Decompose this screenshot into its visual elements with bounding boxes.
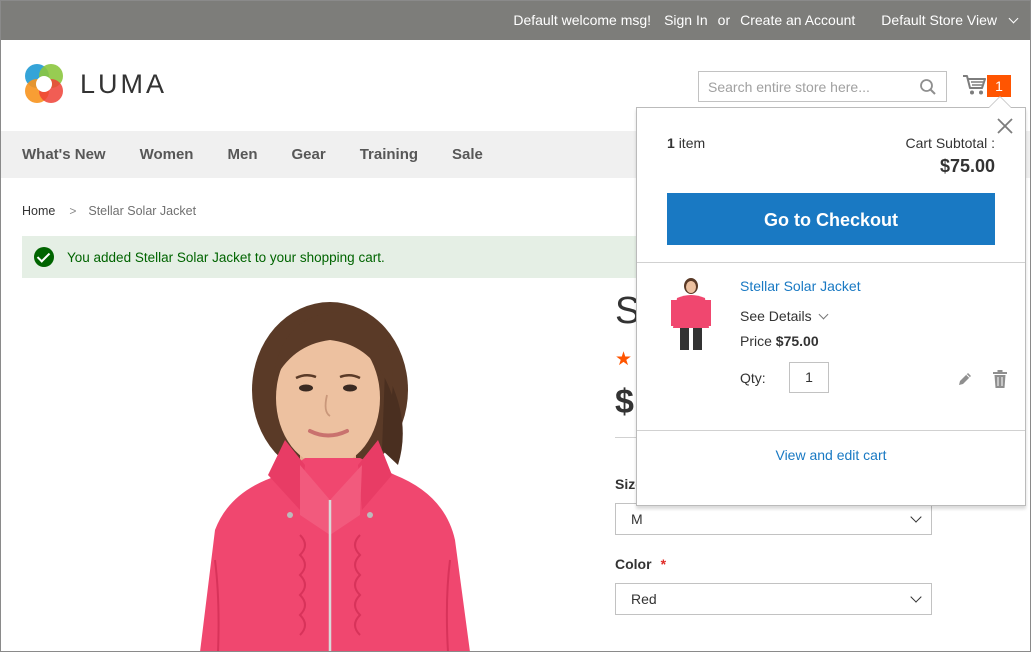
search-icon[interactable] (919, 78, 937, 96)
color-label-text: Color (615, 556, 652, 572)
cart-item-name[interactable]: Stellar Solar Jacket (740, 278, 861, 294)
chevron-down-icon (1008, 13, 1019, 24)
cart-icon[interactable] (962, 74, 986, 96)
nav-item-training[interactable]: Training (360, 146, 418, 163)
header-links: Default welcome msg! Sign In or Create a… (500, 0, 1019, 40)
breadcrumb-separator: > (69, 204, 77, 218)
minicart-item-word: item (678, 135, 706, 151)
size-select-value: M (631, 511, 643, 527)
breadcrumb-home[interactable]: Home (22, 204, 55, 218)
create-account-link[interactable]: Create an Account (740, 12, 855, 28)
divider (615, 437, 637, 438)
cart-item-price-value: $75.00 (775, 333, 819, 349)
required-marker: * (660, 556, 667, 572)
store-switcher-label: Default Store View (881, 12, 997, 28)
product-photo (200, 302, 470, 652)
subtotal-label: Cart Subtotal : (905, 135, 996, 151)
go-to-checkout-button[interactable]: Go to Checkout (667, 193, 995, 245)
cart-count-badge[interactable]: 1 (987, 75, 1011, 97)
size-select[interactable]: M (615, 503, 932, 535)
chevron-down-icon (910, 591, 922, 603)
nav-item-gear[interactable]: Gear (291, 146, 325, 163)
color-select[interactable]: Red (615, 583, 932, 615)
success-message: You added Stellar Solar Jacket to your s… (22, 236, 702, 278)
minicart-item-count-number: 1 (667, 135, 675, 151)
checkmark-icon (34, 247, 54, 267)
nav-item-women[interactable]: Women (140, 146, 194, 163)
product-price: $ (615, 383, 634, 421)
logo[interactable]: LUMA (22, 62, 167, 106)
color-label: Color * (615, 556, 666, 572)
minicart-notch (988, 96, 1012, 108)
nav-item-men[interactable]: Men (227, 146, 257, 163)
search-input[interactable] (699, 72, 908, 101)
top-bar: Default welcome msg! Sign In or Create a… (0, 0, 1031, 40)
store-switcher[interactable]: Default Store View (868, 12, 1019, 28)
subtotal-amount: $75.00 (939, 156, 995, 176)
see-details-label: See Details (740, 308, 812, 324)
logo-text: LUMA (80, 68, 168, 99)
chevron-down-icon (910, 511, 922, 523)
nav-item-whats-new[interactable]: What's New (22, 146, 106, 163)
rating-stars[interactable]: ★ (615, 348, 632, 371)
cart-item-price: Price $75.00 (740, 333, 819, 349)
search-box (698, 71, 947, 102)
logo-mark-icon (25, 64, 63, 103)
view-and-edit-cart-link[interactable]: View and edit cart (637, 447, 1025, 463)
divider (637, 430, 1025, 431)
or-text: or (717, 12, 731, 28)
trash-icon[interactable] (992, 370, 1008, 388)
color-select-value: Red (631, 591, 657, 607)
cart-item-thumbnail[interactable] (667, 276, 715, 352)
success-message-text: You added Stellar Solar Jacket to your s… (67, 249, 385, 265)
chevron-down-icon (818, 309, 829, 319)
divider (637, 262, 1025, 263)
close-icon[interactable] (996, 117, 1014, 135)
nav-item-sale[interactable]: Sale (452, 146, 483, 163)
qty-input[interactable]: 1 (789, 362, 829, 393)
see-details-toggle[interactable]: See Details (740, 308, 829, 324)
breadcrumb: Home > Stellar Solar Jacket (22, 204, 196, 218)
welcome-message: Default welcome msg! (513, 12, 652, 28)
product-image[interactable] (160, 300, 470, 652)
qty-label: Qty: (740, 370, 766, 386)
breadcrumb-current: Stellar Solar Jacket (88, 204, 197, 218)
edit-icon[interactable] (957, 371, 973, 387)
minicart-item-count: 1 item (667, 135, 705, 151)
sign-in-link[interactable]: Sign In (664, 12, 708, 28)
cart-item-price-label: Price (740, 333, 772, 349)
minicart-dropdown: 1 item Cart Subtotal : $75.00 Go to Chec… (636, 96, 1026, 506)
